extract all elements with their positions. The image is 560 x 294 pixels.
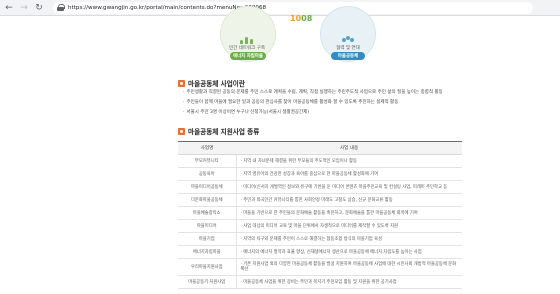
network-caption: 민간 네트워크 구축 <box>229 46 265 51</box>
program-description: 에너지의 에너지 절약과 효율 향상, 신재생에너지 생산으로 마을공동체 에너… <box>236 245 462 259</box>
description-line: 미디어(신서지 개발역인 정보와 유구에 기반을 둔 미디어 콘텐츠 마을주민교… <box>241 185 460 190</box>
program-description: 지역 내 자녀문제 해결을 위한 부모들의 주도적인 모임이나 활동 <box>236 154 462 168</box>
program-name: 부모커뮤니티 <box>178 154 237 168</box>
community-infographic: 1008 민간 네트워크 구축 협력 및 연대 에너지 자립마을 마을공동체 <box>0 6 560 78</box>
forward-icon[interactable]: → <box>18 2 30 14</box>
description-line: 지역 내 자녀문제 해결을 위한 부모들의 주도적인 모임이나 활동 <box>241 159 460 164</box>
program-name: 마을미디어공동체 <box>178 180 237 194</box>
description-line: 에너지의 에너지 절약과 효율 향상, 신재생에너지 생산으로 마을공동체 에너… <box>241 250 460 255</box>
program-name: 에너지자립마을 <box>178 245 237 259</box>
column-header-desc: 사업 내용 <box>236 141 462 155</box>
program-description: 미디어(신서지 개발역인 정보와 유구에 기반을 둔 미디어 콘텐츠 마을주민교… <box>236 180 462 194</box>
infographic-number: 1008 <box>290 14 313 23</box>
program-name: 마을공동기 지원사업 <box>178 275 237 289</box>
section-bullet-icon <box>178 79 185 87</box>
description-line: 기존 지원사업 외의 다양한 마을공동체 활동을 발굴 지원하여 마을공동체 사… <box>241 262 460 272</box>
section-heading-about: 마을공동체 사업이란 <box>178 78 245 88</box>
section-title: 마을공동체 사업이란 <box>188 80 245 88</box>
column-header-name: 사업명 <box>178 141 236 155</box>
table-row: 부모커뮤니티 지역 내 자녀문제 해결을 위한 부모들의 주도적인 모임이나 활동 <box>178 154 462 168</box>
program-description: 지역 영유아의 건강한 성장과 육아를 중심으로 한 마을공동체 활성화에 기여 <box>236 167 462 181</box>
table-row: 에너지자립마을 에너지의 에너지 절약과 효율 향상, 신재생에너지 생산으로 마… <box>178 245 462 259</box>
people-icon <box>342 36 354 46</box>
description-line: 마을공동체 사업을 위한 장비는 주민과 복지기 주민모임 활동 및 지원을 위… <box>241 280 460 285</box>
list-item: 주민생활과 직결된 공동의 문제를 주민 스스로 계획을 수립, 계획, 직접 … <box>183 90 473 95</box>
about-bullet-list: 주민생활과 직결된 공동의 문제를 주민 스스로 계획을 수립, 계획, 직접 … <box>183 90 473 121</box>
address-bar[interactable]: https://www.gwangjin.go.kr/portal/main/c… <box>53 1 533 14</box>
section-title: 마을공동체 지원사업 종류 <box>188 128 260 136</box>
table-row: 다문화마을공동체 주민과 외국인간 커뮤니티를 통한 사회안정 미래도 고찰도 상… <box>178 193 462 207</box>
cooperation-caption: 협력 및 연대 <box>336 46 360 51</box>
list-item: 주민들이 함께 마을에 필요한 일과 공동의 관심사를 찾아 마을공동체를 활성… <box>183 100 473 105</box>
program-description: 마을공동체 사업을 위한 장비는 주민과 복지기 주민모임 활동 및 지원을 위… <box>236 275 462 289</box>
program-description: 사업 대상의 미디어 교육 및 마을 단위에서 자생적으로 미디어를 제작할 수… <box>236 219 462 233</box>
browser-toolbar: ← → ↻ https://www.gwangjin.go.kr/portal/… <box>0 0 560 16</box>
program-name: 마을기업 <box>178 232 237 246</box>
back-icon[interactable]: ← <box>3 2 15 14</box>
village-community-pill: 마을공동체 <box>331 52 365 60</box>
description-line: 주민과 외국인간 커뮤니티를 통한 사회안정 미래도 고찰도 상승, 신규 문화… <box>241 198 460 203</box>
reload-icon[interactable]: ↻ <box>33 2 45 14</box>
table-row: 공동육아 지역 영유아의 건강한 성장과 육아를 중심으로 한 마을공동체 활성화… <box>178 167 462 181</box>
description-line: 지역 영유아의 건강한 성장과 육아를 중심으로 한 마을공동체 활성화에 기여 <box>241 172 460 177</box>
program-description: 지역의 욕구와 문제를 주민이 스스로 해결하는 협동조합 방식의 마을기업 육… <box>236 232 462 246</box>
table-header-row: 사업명 사업 내용 <box>178 141 462 155</box>
program-description: 주민과 외국인간 커뮤니티를 통한 사회안정 미래도 고찰도 상승, 신규 문화… <box>236 193 462 207</box>
section-bullet-icon <box>178 127 185 135</box>
programs-table: 사업명 사업 내용 부모커뮤니티 지역 내 자녀문제 해결을 위한 부모들의 주도… <box>178 141 462 289</box>
program-name: 우리마을지원사업 <box>178 258 237 276</box>
section-heading-programs: 마을공동체 지원사업 종류 <box>178 126 259 136</box>
table-row: 마을공동기 지원사업 마을공동체 사업을 위한 장비는 주민과 복지기 주민모임 … <box>178 275 462 289</box>
description-line: 지역의 욕구와 문제를 주민이 스스로 해결하는 협동조합 방식의 마을기업 육… <box>241 237 460 242</box>
program-name: 공동육아 <box>178 167 237 181</box>
table-row: 마을예술창작소 마을을 기반으로 한 주민들의 문화예술 활동을 촉진하고, 문화… <box>178 206 462 220</box>
lock-icon <box>57 4 65 11</box>
description-line: 사업 대상의 미디어 교육 및 마을 단위에서 자생적으로 미디어를 제작할 수… <box>241 224 460 229</box>
chart-icon <box>240 36 254 44</box>
energy-village-pill: 에너지 자립마을 <box>230 52 266 60</box>
program-name: 마을예술창작소 <box>178 206 237 220</box>
program-name: 마을미디어 <box>178 219 237 233</box>
program-description: 마을을 기반으로 한 주민들의 문화예술 활동을 촉진하고, 문화예술을 통한 … <box>236 206 462 220</box>
list-item: 서울시 주민 3명 이상이면 누구나 신청가능(서울시 생활권공간제) <box>183 110 473 115</box>
description-line: 마을을 기반으로 한 주민들의 문화예술 활동을 촉진하고, 문화예술을 통한 … <box>241 211 460 216</box>
program-name: 다문화마을공동체 <box>178 193 237 207</box>
table-row: 마을기업 지역의 욕구와 문제를 주민이 스스로 해결하는 협동조합 방식의 마을… <box>178 232 462 246</box>
table-row: 우리마을지원사업 기존 지원사업 외의 다양한 마을공동체 활동을 발굴 지원하여… <box>178 258 462 276</box>
table-row: 마을미디어 사업 대상의 미디어 교육 및 마을 단위에서 자생적으로 미디어를 … <box>178 219 462 233</box>
table-row: 마을미디어공동체 미디어(신서지 개발역인 정보와 유구에 기반을 둔 미디어 콘… <box>178 180 462 194</box>
program-description: 기존 지원사업 외의 다양한 마을공동체 활동을 발굴 지원하여 마을공동체 사… <box>236 258 462 276</box>
